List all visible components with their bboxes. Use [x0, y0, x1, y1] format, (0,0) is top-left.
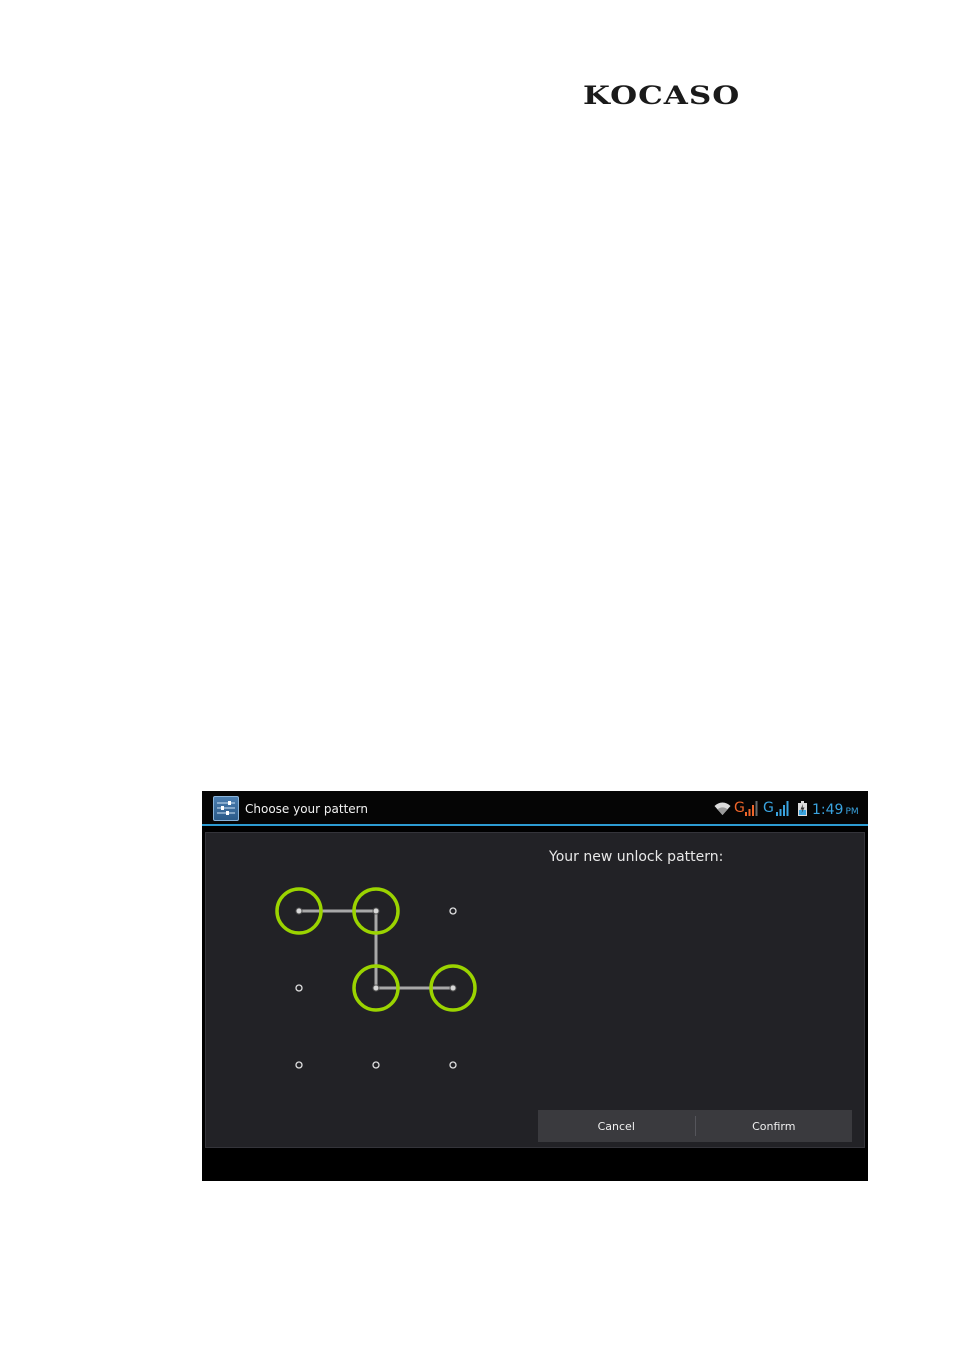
pattern-dot-9[interactable] [449, 1061, 457, 1069]
device-screenshot: Choose your pattern G G 1:49 PM Your new… [202, 791, 868, 1181]
signal-g-icon: G [763, 800, 774, 816]
clock-ampm: PM [845, 807, 859, 817]
clock-time: 1:49 [812, 802, 844, 818]
pattern-dot-4[interactable] [295, 984, 303, 992]
pattern-dot-1[interactable] [295, 907, 303, 915]
pattern-dot-7[interactable] [295, 1061, 303, 1069]
pattern-path [299, 909, 453, 990]
pattern-dot-3[interactable] [449, 907, 457, 915]
signal-g-icon: G [734, 800, 745, 816]
pattern-dot-6[interactable] [449, 984, 457, 992]
status-area: G G 1:49 PM [714, 799, 864, 821]
action-bar: Choose your pattern G G 1:49 PM [202, 791, 868, 826]
pattern-dot-8[interactable] [372, 1061, 380, 1069]
unlock-pattern-grid[interactable] [206, 833, 536, 1149]
pattern-dot-5[interactable] [372, 984, 380, 992]
action-bar-title: Choose your pattern [245, 802, 369, 816]
button-bar: Cancel Confirm [538, 1110, 852, 1142]
cancel-button[interactable]: Cancel [538, 1110, 695, 1142]
settings-sliders-icon[interactable] [213, 796, 239, 821]
pattern-dot-2[interactable] [372, 907, 380, 915]
brand-logo: KOCASO [583, 81, 741, 111]
signal-bars-icon [745, 801, 758, 816]
confirm-button[interactable]: Confirm [696, 1110, 853, 1142]
battery-charging-icon [798, 801, 807, 816]
navigation-bar [202, 1151, 868, 1181]
wifi-icon [714, 802, 731, 815]
status-clock: 1:49 PM [812, 802, 859, 818]
signal-bars-icon [776, 801, 789, 816]
pattern-header-message: Your new unlock pattern: [549, 849, 724, 865]
pattern-content: Your new unlock pattern: Cancel Confirm [205, 832, 865, 1148]
